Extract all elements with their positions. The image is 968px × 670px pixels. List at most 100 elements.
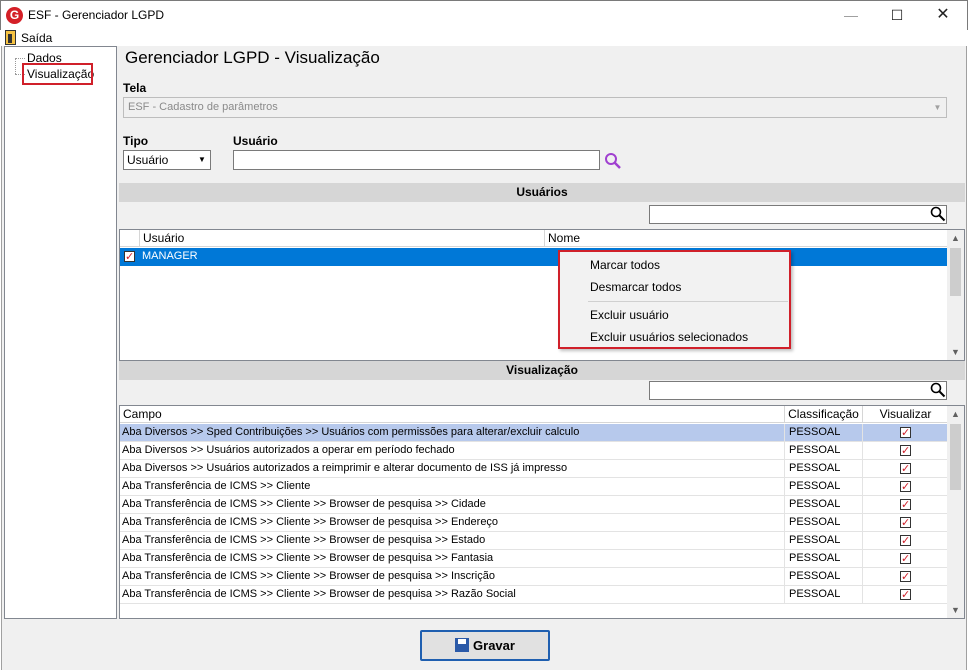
column-header-nome[interactable]: Nome bbox=[545, 230, 949, 247]
table-row[interactable]: Aba Transferência de ICMS >> Cliente >> … bbox=[120, 550, 949, 568]
gravar-button[interactable]: Gravar bbox=[420, 630, 550, 661]
tree-item-highlight bbox=[22, 63, 93, 85]
table-row[interactable]: Aba Transferência de ICMS >> Cliente >> … bbox=[120, 532, 949, 550]
visualizar-cell[interactable] bbox=[863, 460, 949, 478]
visualizar-cell[interactable] bbox=[863, 586, 949, 604]
usuarios-section-header: Usuários bbox=[119, 183, 965, 202]
usuario-label: Usuário bbox=[233, 134, 278, 148]
visualizar-cell[interactable] bbox=[863, 532, 949, 550]
visualizacao-section-header: Visualização bbox=[119, 361, 965, 380]
classificacao-cell: PESSOAL bbox=[785, 568, 863, 586]
table-row[interactable]: Aba Diversos >> Usuários autorizados a r… bbox=[120, 460, 949, 478]
checkbox[interactable] bbox=[900, 569, 911, 585]
classificacao-cell: PESSOAL bbox=[785, 550, 863, 568]
column-header-check bbox=[120, 230, 140, 247]
visualizar-cell[interactable] bbox=[863, 442, 949, 460]
visualizacao-scrollbar[interactable]: ▲ ▼ bbox=[947, 406, 964, 618]
scroll-thumb[interactable] bbox=[950, 424, 961, 490]
usuarios-filter-input[interactable] bbox=[649, 205, 947, 224]
table-row[interactable]: Aba Transferência de ICMS >> Cliente >> … bbox=[120, 586, 949, 604]
visualizacao-filter-input[interactable] bbox=[649, 381, 947, 400]
table-row[interactable]: Aba Transferência de ICMS >> Cliente >> … bbox=[120, 568, 949, 586]
usuario-cell: MANAGER bbox=[140, 248, 545, 266]
checkbox[interactable] bbox=[900, 551, 911, 567]
scroll-thumb[interactable] bbox=[950, 248, 961, 296]
column-header-usuario[interactable]: Usuário bbox=[140, 230, 545, 247]
search-icon[interactable] bbox=[930, 206, 946, 222]
tree-connector bbox=[15, 58, 25, 59]
checkbox[interactable] bbox=[900, 515, 911, 531]
scroll-down-icon[interactable]: ▼ bbox=[947, 602, 964, 618]
visualizar-cell[interactable] bbox=[863, 550, 949, 568]
classificacao-cell: PESSOAL bbox=[785, 442, 863, 460]
checkbox[interactable] bbox=[900, 497, 911, 513]
classificacao-cell: PESSOAL bbox=[785, 496, 863, 514]
campo-cell: Aba Transferência de ICMS >> Cliente bbox=[120, 478, 785, 496]
minimize-button[interactable]: — bbox=[828, 0, 874, 30]
tipo-label: Tipo bbox=[123, 134, 149, 148]
campo-cell: Aba Transferência de ICMS >> Cliente >> … bbox=[120, 532, 785, 550]
menu-bar bbox=[1, 30, 967, 46]
checkbox[interactable] bbox=[900, 587, 911, 603]
maximize-button[interactable]: ☐ bbox=[874, 0, 920, 30]
table-row[interactable]: Aba Transferência de ICMS >> Cliente PESS… bbox=[120, 478, 949, 496]
table-row[interactable]: Aba Transferência de ICMS >> Cliente >> … bbox=[120, 496, 949, 514]
column-header-campo[interactable]: Campo bbox=[120, 406, 785, 423]
campo-cell: Aba Diversos >> Sped Contribuições >> Us… bbox=[120, 424, 785, 442]
save-icon bbox=[455, 638, 470, 652]
scroll-up-icon[interactable]: ▲ bbox=[947, 230, 964, 246]
chevron-down-icon[interactable]: ▼ bbox=[929, 98, 946, 117]
table-row[interactable]: MANAGER bbox=[120, 248, 949, 266]
checkbox[interactable] bbox=[900, 533, 911, 549]
visualizar-cell[interactable] bbox=[863, 496, 949, 514]
column-header-visualizar[interactable]: Visualizar bbox=[863, 406, 949, 423]
classificacao-cell: PESSOAL bbox=[785, 532, 863, 550]
visualizacao-grid: Campo Classificação Visualizar Aba Diver… bbox=[119, 405, 965, 619]
menu-item-excluir-selecionados[interactable]: Excluir usuários selecionados bbox=[590, 330, 748, 344]
visualizar-cell[interactable] bbox=[863, 478, 949, 496]
visualizar-cell[interactable] bbox=[863, 568, 949, 586]
menu-exit[interactable]: Saída bbox=[21, 31, 52, 45]
visualizar-cell[interactable] bbox=[863, 514, 949, 532]
chevron-down-icon[interactable]: ▼ bbox=[194, 151, 210, 169]
campo-cell: Aba Transferência de ICMS >> Cliente >> … bbox=[120, 550, 785, 568]
page-title: Gerenciador LGPD - Visualização bbox=[125, 48, 380, 67]
tela-select[interactable]: ESF - Cadastro de parâmetros bbox=[123, 97, 947, 118]
search-icon[interactable] bbox=[604, 152, 622, 170]
gravar-label: Gravar bbox=[473, 638, 515, 653]
navigation-tree bbox=[4, 46, 117, 619]
campo-cell: Aba Diversos >> Usuários autorizados a o… bbox=[120, 442, 785, 460]
menu-separator bbox=[588, 301, 788, 302]
table-row[interactable]: Aba Diversos >> Sped Contribuições >> Us… bbox=[120, 424, 949, 442]
table-row[interactable]: Aba Diversos >> Usuários autorizados a o… bbox=[120, 442, 949, 460]
campo-cell: Aba Transferência de ICMS >> Cliente >> … bbox=[120, 514, 785, 532]
close-button[interactable]: ✕ bbox=[920, 0, 966, 30]
checkbox[interactable] bbox=[900, 461, 911, 477]
classificacao-cell: PESSOAL bbox=[785, 460, 863, 478]
checkbox[interactable] bbox=[900, 479, 911, 495]
visualizar-cell[interactable] bbox=[863, 424, 949, 442]
tela-label: Tela bbox=[123, 81, 147, 95]
row-checkbox-cell[interactable] bbox=[120, 248, 140, 266]
checkbox[interactable] bbox=[900, 425, 911, 441]
usuario-input[interactable] bbox=[233, 150, 600, 170]
tree-connector bbox=[15, 58, 16, 74]
menu-item-marcar-todos[interactable]: Marcar todos bbox=[590, 258, 660, 272]
scroll-up-icon[interactable]: ▲ bbox=[947, 406, 964, 422]
column-header-classificacao[interactable]: Classificação bbox=[785, 406, 863, 423]
campo-cell: Aba Transferência de ICMS >> Cliente >> … bbox=[120, 496, 785, 514]
menu-item-desmarcar-todos[interactable]: Desmarcar todos bbox=[590, 280, 681, 294]
campo-cell: Aba Transferência de ICMS >> Cliente >> … bbox=[120, 586, 785, 604]
usuarios-grid: Usuário Nome MANAGER ▲ ▼ bbox=[119, 229, 965, 361]
checkbox[interactable] bbox=[900, 443, 911, 459]
classificacao-cell: PESSOAL bbox=[785, 424, 863, 442]
usuarios-scrollbar[interactable]: ▲ ▼ bbox=[947, 230, 964, 360]
menu-item-excluir-usuario[interactable]: Excluir usuário bbox=[590, 308, 669, 322]
search-icon[interactable] bbox=[930, 382, 946, 398]
table-row[interactable]: Aba Transferência de ICMS >> Cliente >> … bbox=[120, 514, 949, 532]
checkbox[interactable] bbox=[124, 249, 135, 265]
exit-door-icon[interactable] bbox=[5, 30, 16, 45]
scroll-down-icon[interactable]: ▼ bbox=[947, 344, 964, 360]
classificacao-cell: PESSOAL bbox=[785, 514, 863, 532]
campo-cell: Aba Transferência de ICMS >> Cliente >> … bbox=[120, 568, 785, 586]
